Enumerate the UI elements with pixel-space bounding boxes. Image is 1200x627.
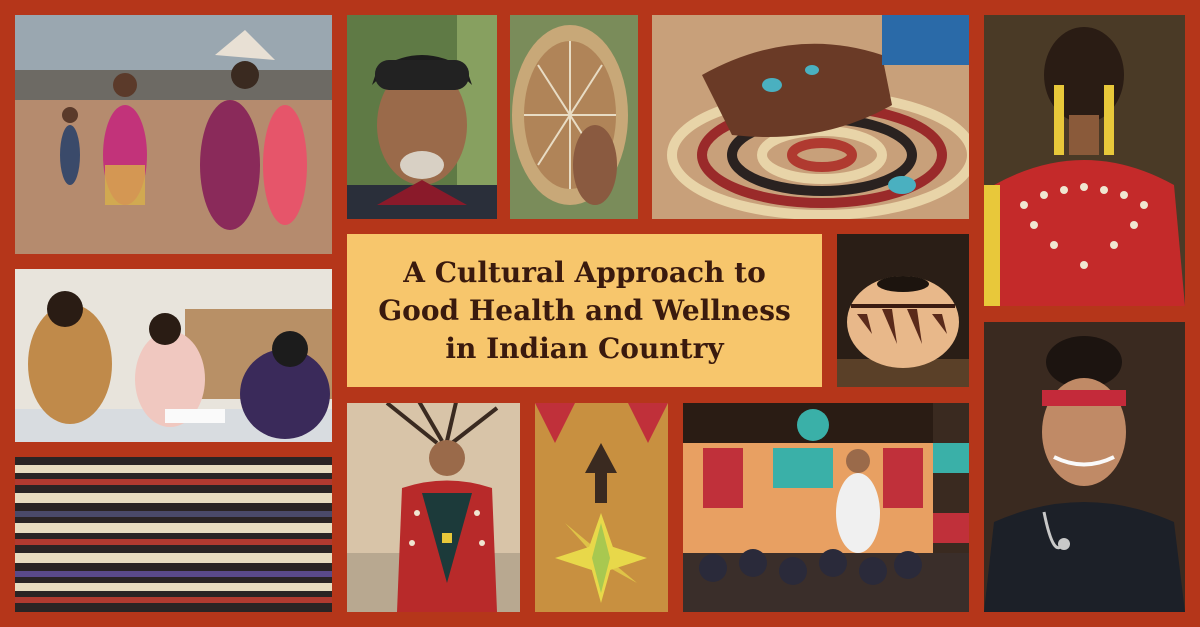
woven-textile-photo: [15, 457, 332, 612]
braided-hair-regalia-photo: [984, 15, 1185, 306]
title-line-1: A Cultural Approach to: [403, 255, 766, 289]
beadwork-pattern-photo: [535, 403, 668, 612]
pottery-bowl-photo: [837, 234, 969, 387]
title-line-3: in Indian Country: [445, 331, 724, 365]
feather-regalia-dancer-photo: [347, 403, 520, 612]
powwow-dancers-photo: [15, 15, 332, 254]
photo-collage: A Cultural Approach to Good Health and W…: [0, 0, 1200, 627]
totem-longhouse-photo: [683, 403, 969, 612]
classroom-photo: [15, 269, 332, 442]
title-line-2: Good Health and Wellness: [378, 293, 791, 327]
nurse-portrait-photo: [984, 322, 1185, 612]
elder-portrait-photo: [347, 15, 497, 219]
title-panel: A Cultural Approach to Good Health and W…: [347, 234, 822, 387]
basket-weaving-hands-photo: [652, 15, 969, 219]
hand-drum-photo: [510, 15, 638, 219]
